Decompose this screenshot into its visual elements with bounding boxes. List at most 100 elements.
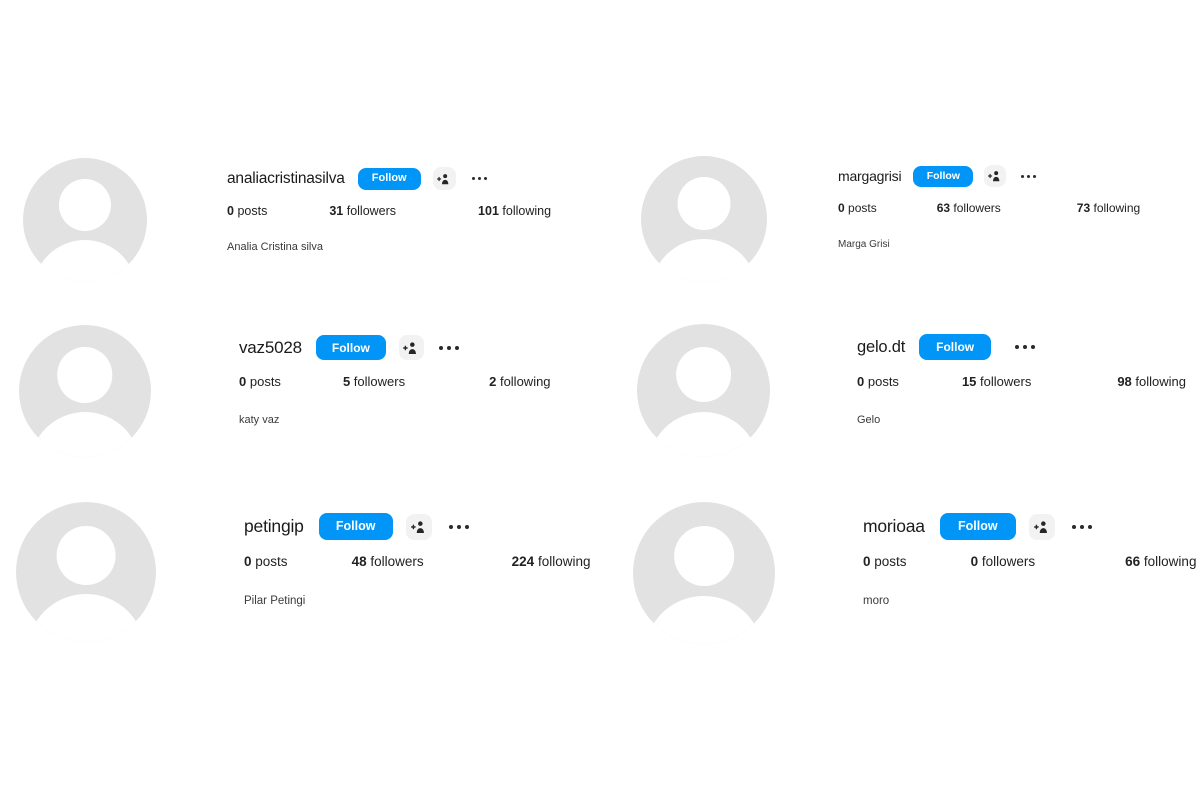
following-stat-label: following [502, 204, 552, 218]
follow-button[interactable]: Follow [357, 167, 421, 190]
profile-fullname: Marga Grisi [838, 239, 890, 250]
profile-header-row: vaz5028 Follow [239, 335, 551, 360]
posts-stat-label: posts [237, 204, 268, 218]
more-dot [1088, 524, 1093, 529]
follow-button[interactable]: Follow [318, 513, 393, 540]
person-add-icon[interactable] [432, 167, 456, 190]
profile-info: margagrisi Follow 0 posts 63 followers 73 fo… [838, 156, 1140, 250]
avatar-shoulders-shape [644, 595, 764, 644]
profile-username[interactable]: gelo.dt [857, 338, 905, 357]
follow-button[interactable]: Follow [315, 335, 386, 360]
avatar[interactable] [23, 158, 147, 282]
following-stat-count: 98 [1117, 374, 1132, 389]
profile-card: morioaa Follow 0 posts 0 followers 66 follow… [633, 502, 1196, 644]
more-dot [1014, 345, 1019, 349]
avatar[interactable] [19, 325, 151, 457]
followers-stat[interactable]: 5 followers [343, 374, 405, 389]
followers-stat[interactable]: 63 followers [937, 201, 1001, 215]
following-stat-count: 224 [511, 554, 535, 569]
followers-stat[interactable]: 15 followers [962, 374, 1031, 389]
more-dot [1032, 174, 1036, 178]
more-horizontal-icon[interactable] [1009, 335, 1040, 360]
profile-stats: 0 posts 0 followers 66 following [863, 554, 1196, 569]
followers-stat[interactable]: 48 followers [352, 554, 424, 569]
posts-stat[interactable]: 0 posts [838, 201, 877, 215]
avatar-head-shape [57, 347, 113, 403]
profile-stats: 0 posts 5 followers 2 following [239, 374, 551, 389]
followers-stat-count: 31 [329, 204, 344, 218]
following-stat[interactable]: 2 following [489, 374, 550, 389]
avatar-shoulders-shape [647, 411, 760, 457]
posts-stat[interactable]: 0 posts [244, 554, 288, 569]
profile-username[interactable]: petingip [244, 516, 304, 537]
person-add-icon[interactable] [398, 335, 424, 360]
posts-stat-count: 0 [227, 204, 234, 218]
avatar[interactable] [16, 502, 156, 642]
followers-stat-count: 63 [936, 201, 951, 215]
profile-header-row: morioaa Follow [863, 513, 1196, 540]
more-dot [477, 177, 481, 180]
profile-info: morioaa Follow 0 posts 0 followers 66 follow… [863, 502, 1196, 607]
avatar[interactable] [633, 502, 775, 644]
avatar-head-shape [675, 346, 732, 403]
more-dot [1026, 174, 1030, 178]
person-add-icon[interactable] [1028, 513, 1055, 540]
following-stat-label: following [1135, 374, 1187, 389]
followers-stat-label: followers [346, 204, 397, 218]
profile-username[interactable]: analiacristinasilva [227, 170, 345, 188]
more-dot [457, 524, 462, 529]
more-dot [1080, 524, 1085, 529]
profile-info: vaz5028 Follow 0 posts 5 followers 2 followi… [239, 325, 551, 426]
posts-stat-label: posts [867, 374, 899, 389]
more-horizontal-icon[interactable] [465, 167, 494, 190]
posts-stat[interactable]: 0 posts [863, 554, 907, 569]
follow-button[interactable]: Follow [913, 165, 974, 187]
followers-stat-count: 15 [961, 374, 977, 389]
follow-button[interactable]: Follow [919, 334, 992, 360]
followers-stat[interactable]: 31 followers [329, 204, 396, 218]
more-horizontal-icon[interactable] [434, 335, 465, 360]
profile-username[interactable]: morioaa [863, 516, 925, 537]
profile-info: gelo.dt Follow 0 posts 15 followers 98 follo… [857, 324, 1186, 426]
posts-stat[interactable]: 0 posts [227, 204, 267, 218]
profile-fullname: moro [863, 595, 890, 607]
following-stat-count: 66 [1125, 554, 1141, 569]
more-dot [465, 524, 470, 529]
following-stat[interactable]: 66 following [1125, 554, 1196, 569]
profile-header-row: gelo.dt Follow [857, 334, 1186, 360]
person-add-icon[interactable] [405, 513, 432, 540]
following-stat[interactable]: 224 following [512, 554, 591, 569]
posts-stat-label: posts [874, 554, 907, 569]
following-stat[interactable]: 101 following [478, 204, 551, 218]
profile-username[interactable]: vaz5028 [239, 338, 302, 358]
more-horizontal-icon[interactable] [1014, 165, 1042, 187]
profile-fullname: Analia Cristina silva [227, 241, 323, 253]
more-dot [1030, 345, 1035, 349]
avatar[interactable] [637, 324, 770, 457]
avatar[interactable] [641, 156, 767, 282]
profile-stats: 0 posts 48 followers 224 following [244, 554, 590, 569]
following-stat[interactable]: 73 following [1077, 201, 1140, 215]
more-horizontal-icon[interactable] [443, 514, 476, 540]
profile-card: vaz5028 Follow 0 posts 5 followers 2 followi… [19, 325, 551, 457]
posts-stat[interactable]: 0 posts [857, 374, 899, 389]
followers-stat[interactable]: 0 followers [971, 554, 1036, 569]
follow-button[interactable]: Follow [939, 513, 1016, 540]
following-stat-count: 2 [489, 374, 497, 389]
following-stat-label: following [1093, 201, 1141, 215]
posts-stat-label: posts [848, 201, 877, 215]
profile-grid: analiacristinasilva Follow 0 posts 31 follo… [0, 0, 1200, 800]
followers-stat-label: followers [981, 554, 1036, 569]
profile-header-row: margagrisi Follow [838, 165, 1140, 187]
posts-stat-count: 0 [857, 374, 865, 389]
profile-stats: 0 posts 31 followers 101 following [227, 204, 551, 218]
profile-username[interactable]: margagrisi [838, 168, 902, 184]
person-add-icon[interactable] [984, 165, 1007, 187]
posts-stat[interactable]: 0 posts [239, 374, 281, 389]
following-stat-count: 101 [478, 204, 499, 218]
profile-info: analiacristinasilva Follow 0 posts 31 follo… [227, 158, 551, 253]
following-stat[interactable]: 98 following [1117, 374, 1186, 389]
more-horizontal-icon[interactable] [1066, 514, 1099, 540]
profile-fullname: Pilar Petingi [244, 595, 306, 607]
avatar-head-shape [58, 179, 112, 232]
